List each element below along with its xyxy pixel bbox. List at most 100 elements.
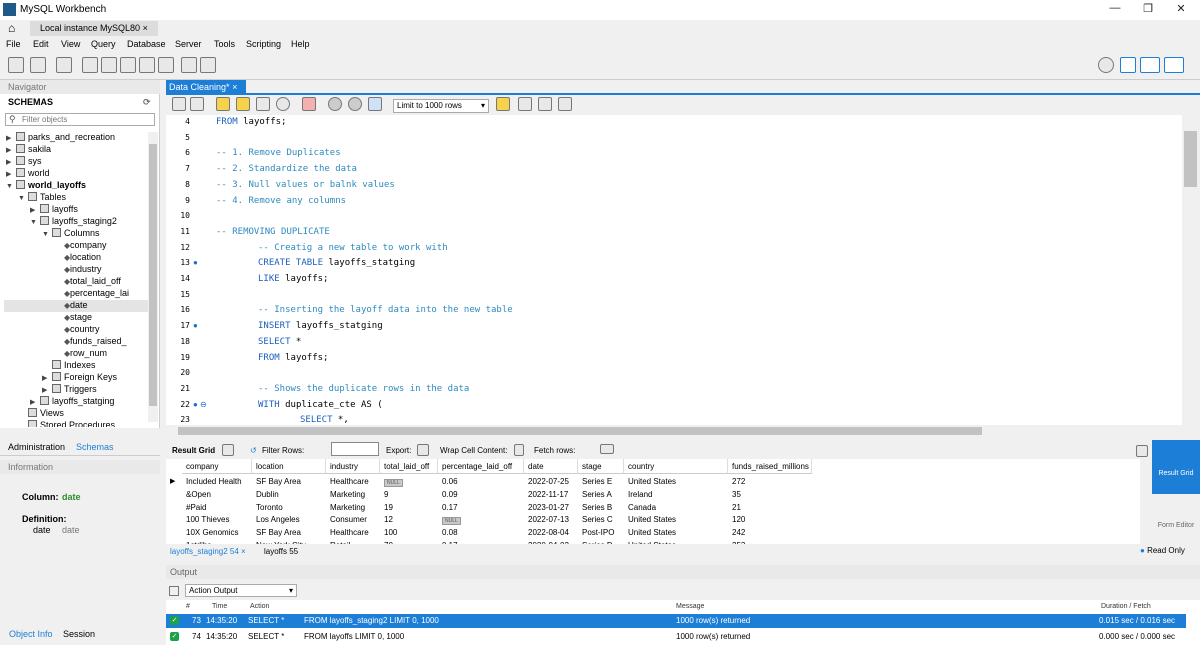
close-editor-tab-icon[interactable]: × <box>232 82 237 92</box>
grid-cell[interactable]: Series E <box>578 476 624 489</box>
grid-cell[interactable]: 100 Thieves <box>182 514 252 527</box>
tree-item-parks-and-recreation[interactable]: ▶ parks_and_recreation <box>6 132 115 144</box>
execute-current-icon[interactable] <box>236 97 250 111</box>
result-grid[interactable]: company location industry total_laid_off per… <box>166 459 1140 544</box>
grid-header-percentage-laid-off[interactable]: percentage_laid_off <box>438 459 524 474</box>
expand-toggle-icon[interactable]: ▶ <box>30 398 40 406</box>
toggle-error-icon[interactable] <box>302 97 316 111</box>
grid-cell[interactable]: 2022-08-04 <box>524 527 578 540</box>
menu-file[interactable]: File <box>6 39 21 49</box>
tree-item-foreign-keys[interactable]: ▶ Foreign Keys <box>42 372 117 384</box>
filter-rows-input[interactable] <box>331 442 379 456</box>
create-schema-icon[interactable] <box>82 57 98 73</box>
grid-cell[interactable]: Ireland <box>624 489 728 502</box>
editor-vscroll-thumb[interactable] <box>1184 131 1197 187</box>
grid-cell[interactable]: SF Bay Area <box>252 476 326 489</box>
grid-cell[interactable]: 2023-01-27 <box>524 502 578 515</box>
grid-cell[interactable]: 242 <box>728 527 812 540</box>
inspector-icon[interactable] <box>56 57 72 73</box>
grid-header-company[interactable]: company <box>182 459 252 474</box>
refresh-icon[interactable]: ⟳ <box>143 97 151 108</box>
grid-cell[interactable]: 21 <box>728 502 812 515</box>
output-table[interactable]: # Time Action Message Duration / Fetch ✓… <box>166 600 1200 645</box>
grid-cell[interactable]: &Open <box>182 489 252 502</box>
grid-cell[interactable]: Marketing <box>326 502 380 515</box>
tree-item-indexes[interactable]: Indexes <box>42 360 96 372</box>
tree-item-total-laid-off[interactable]: ◆total_laid_off <box>54 276 121 288</box>
result-tab-layoffs[interactable]: layoffs 55 <box>264 547 298 556</box>
tree-item-date[interactable]: ◆date <box>54 300 88 312</box>
wrap-lines-icon[interactable] <box>558 97 572 111</box>
editor-tab-data-cleaning[interactable]: Data Cleaning* × <box>166 80 246 94</box>
expand-toggle-icon[interactable]: ▼ <box>30 219 40 226</box>
grid-cell[interactable]: Canada <box>624 502 728 515</box>
grid-icon[interactable] <box>222 444 234 456</box>
maximize-button[interactable]: ❐ <box>1133 2 1163 18</box>
output-copy-icon[interactable] <box>169 586 179 596</box>
stop-icon[interactable] <box>276 97 290 111</box>
editor-hscrollbar[interactable] <box>166 425 1182 437</box>
create-view-icon[interactable] <box>120 57 136 73</box>
menu-help[interactable]: Help <box>291 39 310 49</box>
home-icon[interactable]: ⌂ <box>8 21 15 35</box>
statement-marker-icon[interactable]: ● <box>193 258 198 267</box>
expand-toggle-icon[interactable]: ▼ <box>42 231 52 238</box>
tab-administration[interactable]: Administration <box>8 442 65 452</box>
grid-cell[interactable]: Series C <box>578 514 624 527</box>
menu-database[interactable]: Database <box>127 39 166 49</box>
settings-gear-icon[interactable] <box>1098 57 1114 73</box>
tab-session[interactable]: Session <box>63 629 95 639</box>
schema-tree[interactable]: ▶ parks_and_recreation ▶ sakila ▶ sys ▶ world ▼ w… <box>0 132 148 427</box>
limit-rows-select[interactable]: Limit to 1000 rows ▾ <box>393 99 489 113</box>
grid-cell[interactable]: SF Bay Area <box>252 527 326 540</box>
grid-cell[interactable]: Toronto <box>252 502 326 515</box>
tree-item-world[interactable]: ▶ world <box>6 168 50 180</box>
tree-item-stage[interactable]: ◆stage <box>54 312 92 324</box>
wrap-cell-icon[interactable] <box>514 444 524 456</box>
execute-lightning-icon[interactable] <box>216 97 230 111</box>
grid-cell[interactable]: Healthcare <box>326 476 380 489</box>
tree-item-funds-raised-[interactable]: ◆funds_raised_ <box>54 336 127 348</box>
grid-cell[interactable]: 100 <box>380 527 438 540</box>
grid-cell[interactable]: NULL <box>380 476 438 489</box>
menu-tools[interactable]: Tools <box>214 39 235 49</box>
export-icon[interactable] <box>417 444 429 456</box>
grid-cell[interactable]: Included Health <box>182 476 252 489</box>
create-procedure-icon[interactable] <box>139 57 155 73</box>
grid-cell[interactable]: 0.09 <box>438 489 524 502</box>
close-tab-icon[interactable]: × <box>143 23 148 33</box>
toggle-output-icon[interactable] <box>1140 57 1160 73</box>
filter-objects-input[interactable]: ⚲ Filter objects <box>5 113 155 126</box>
tree-item-row-num[interactable]: ◆row_num <box>54 348 107 360</box>
navigator-hscrollbar[interactable] <box>0 428 160 438</box>
tree-item-percentage-lai[interactable]: ◆percentage_lai <box>54 288 129 300</box>
toggle-secondary-sidebar-icon[interactable] <box>1164 57 1184 73</box>
grid-cell[interactable]: 9 <box>380 489 438 502</box>
tree-item-country[interactable]: ◆country <box>54 324 100 336</box>
save-icon[interactable] <box>190 97 204 111</box>
grid-header-date[interactable]: date <box>524 459 578 474</box>
grid-cell[interactable]: Dublin <box>252 489 326 502</box>
statement-marker-icon[interactable]: ● ⊖ <box>193 400 207 409</box>
explain-icon[interactable] <box>256 97 270 111</box>
grid-cell[interactable]: 19 <box>380 502 438 515</box>
action-output-select[interactable]: Action Output ▾ <box>185 584 297 597</box>
beautify-icon[interactable] <box>496 97 510 111</box>
grid-cell[interactable]: 2022-07-25 <box>524 476 578 489</box>
grid-cell[interactable]: United States <box>624 514 728 527</box>
grid-cell[interactable]: Los Angeles <box>252 514 326 527</box>
grid-cell[interactable]: Series A <box>578 489 624 502</box>
fetch-next-icon[interactable] <box>600 444 614 454</box>
tree-item-location[interactable]: ◆location <box>54 252 101 264</box>
close-window-button[interactable]: ✕ <box>1166 2 1196 18</box>
tree-item-triggers[interactable]: ▶ Triggers <box>42 384 97 396</box>
statement-marker-icon[interactable]: ● <box>193 321 198 330</box>
tab-object-info[interactable]: Object Info <box>9 629 53 639</box>
tree-item-industry[interactable]: ◆industry <box>54 264 102 276</box>
tree-item-sakila[interactable]: ▶ sakila <box>6 144 51 156</box>
tree-item-tables[interactable]: ▼ Tables <box>18 192 66 204</box>
toggle-panel-icon[interactable] <box>1136 445 1148 457</box>
grid-header-country[interactable]: country <box>624 459 728 474</box>
tree-item-stored-procedures[interactable]: Stored Procedures <box>18 420 115 427</box>
menu-edit[interactable]: Edit <box>33 39 49 49</box>
